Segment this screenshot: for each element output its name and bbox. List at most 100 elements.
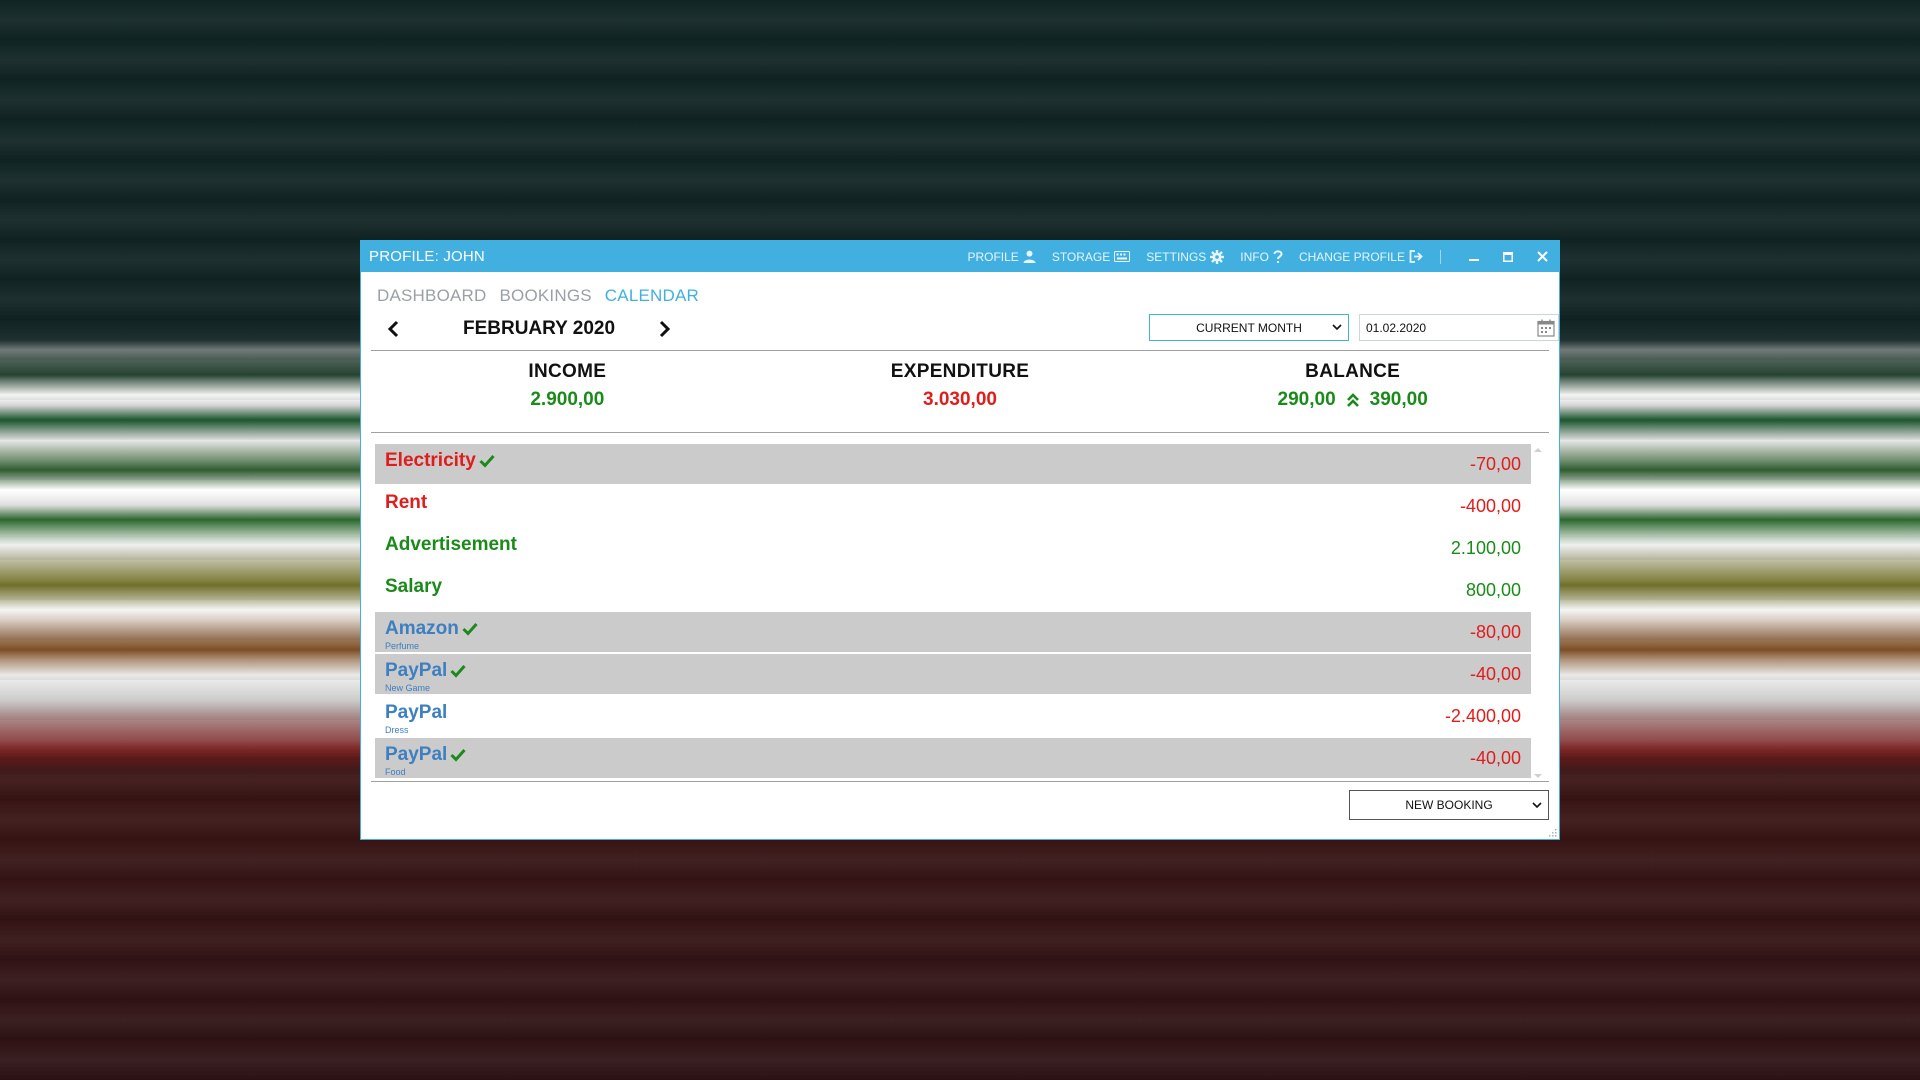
balance-label: BALANCE — [1305, 361, 1401, 382]
resize-grip-icon[interactable] — [1548, 828, 1557, 837]
booking-row[interactable]: PayPal Food -40,00 — [375, 738, 1531, 778]
date-picker-field[interactable]: 01.02.2020 — [1359, 314, 1559, 341]
booking-note: Food — [385, 767, 406, 777]
month-title: FEBRUARY 2020 — [462, 318, 616, 339]
scroll-down-icon[interactable] — [1533, 773, 1543, 779]
checkmark-icon — [450, 748, 466, 762]
booking-name: Advertisement — [385, 534, 517, 556]
app-window: PROFILE: JOHN PROFILE STORAGE SETTINGS I… — [360, 240, 1560, 840]
booking-row[interactable]: PayPal Dress -2.400,00 — [375, 696, 1531, 736]
next-month-button[interactable] — [659, 320, 671, 343]
scroll-up-icon[interactable] — [1533, 447, 1543, 453]
balance-amount: 290,00 — [1277, 389, 1336, 410]
change-profile-menu-label: CHANGE PROFILE — [1298, 249, 1405, 264]
booking-row[interactable]: Salary 800,00 — [375, 570, 1531, 610]
booking-name: PayPal — [385, 660, 466, 682]
storage-menu-label: STORAGE — [1051, 249, 1111, 264]
keyboard-icon — [1114, 251, 1131, 262]
question-icon — [1273, 249, 1283, 263]
booking-name-text: PayPal — [385, 744, 448, 765]
previous-month-button[interactable] — [387, 320, 399, 343]
booking-row[interactable]: Electricity -70,00 — [375, 444, 1531, 484]
titlebar-separator — [1440, 249, 1441, 264]
close-button[interactable] — [1525, 241, 1559, 272]
storage-menu[interactable]: STORAGE — [1051, 249, 1131, 264]
settings-menu[interactable]: SETTINGS — [1146, 249, 1225, 264]
booking-amount: -40,00 — [1469, 748, 1521, 768]
booking-name-text: Amazon — [385, 618, 459, 639]
booking-row[interactable]: Rent -400,00 — [375, 486, 1531, 526]
booking-name: PayPal — [385, 744, 466, 766]
divider — [371, 781, 1549, 782]
person-icon — [1023, 250, 1036, 263]
maximize-button[interactable] — [1491, 241, 1525, 272]
profile-menu[interactable]: PROFILE — [967, 249, 1036, 264]
expenditure-label: EXPENDITURE — [890, 361, 1030, 382]
booking-name: Salary — [385, 576, 442, 598]
booking-list[interactable]: Electricity -70,00 Rent -400,00 Advertisemen… — [371, 433, 1549, 781]
booking-name: Amazon — [385, 618, 478, 640]
booking-name: PayPal — [385, 702, 447, 724]
chevron-left-icon — [387, 320, 399, 338]
logout-icon — [1409, 250, 1423, 263]
booking-row[interactable]: Advertisement 2.100,00 — [375, 528, 1531, 568]
info-menu[interactable]: INFO — [1240, 250, 1283, 264]
income-amount: 2.900,00 — [530, 389, 605, 410]
booking-row[interactable]: PayPal New Game -40,00 — [375, 654, 1531, 694]
close-icon — [1536, 251, 1548, 262]
balance-projected-amount: 390,00 — [1369, 389, 1428, 410]
checkmark-icon — [462, 622, 478, 636]
minimize-button[interactable] — [1457, 241, 1491, 272]
new-booking-button[interactable]: NEW BOOKING — [1349, 790, 1549, 820]
booking-name-text: PayPal — [385, 660, 448, 681]
booking-amount: -40,00 — [1469, 664, 1521, 684]
booking-name-text: Salary — [385, 576, 443, 597]
checkmark-icon — [450, 664, 466, 678]
booking-name-text: Rent — [385, 492, 428, 513]
booking-row[interactable]: Amazon Perfume -80,00 — [375, 612, 1531, 652]
minimize-icon — [1469, 258, 1479, 261]
booking-note: New Game — [385, 683, 431, 693]
income-value: 2.900,00 — [371, 389, 764, 411]
period-select-value: CURRENT MONTH — [1196, 320, 1302, 335]
window-title: PROFILE: JOHN — [369, 248, 485, 265]
tab-dashboard[interactable]: DASHBOARD — [377, 286, 487, 314]
chevron-down-icon — [1332, 324, 1342, 331]
booking-amount: -2.400,00 — [1444, 706, 1521, 726]
month-navigation: FEBRUARY 2020 CURRENT MONTH 01.02.2020 — [371, 314, 1559, 348]
change-profile-menu[interactable]: CHANGE PROFILE — [1299, 250, 1424, 264]
footer-bar: NEW BOOKING — [371, 781, 1549, 833]
tab-bookings[interactable]: BOOKINGS — [500, 286, 592, 314]
booking-note: Dress — [385, 725, 409, 735]
booking-amount: 2.100,00 — [1450, 538, 1521, 558]
expenditure-summary: EXPENDITURE 3.030,00 — [764, 361, 1157, 430]
main-content: DASHBOARD BOOKINGS CALENDAR FEBRUARY 202… — [361, 272, 1559, 833]
booking-amount: -400,00 — [1459, 496, 1521, 516]
date-picker-value: 01.02.2020 — [1366, 320, 1427, 335]
booking-name-text: Electricity — [385, 450, 476, 471]
gear-icon — [1210, 249, 1225, 264]
booking-amount: -80,00 — [1469, 622, 1521, 642]
booking-name: Rent — [385, 492, 427, 514]
income-label: INCOME — [528, 361, 607, 382]
chevron-down-icon — [1532, 802, 1542, 809]
booking-note: Perfume — [385, 641, 420, 651]
booking-name: Electricity — [385, 450, 495, 472]
expenditure-value: 3.030,00 — [764, 389, 1157, 411]
calendar-icon[interactable] — [1537, 319, 1555, 337]
booking-name-text: Advertisement — [385, 534, 517, 555]
booking-amount: 800,00 — [1465, 580, 1521, 600]
maximize-icon — [1503, 251, 1513, 262]
tab-calendar[interactable]: CALENDAR — [605, 286, 699, 314]
period-select[interactable]: CURRENT MONTH — [1149, 314, 1349, 341]
summary-panel: INCOME 2.900,00 EXPENDITURE 3.030,00 BAL… — [371, 351, 1549, 430]
title-bar[interactable]: PROFILE: JOHN PROFILE STORAGE SETTINGS I… — [361, 241, 1559, 272]
profile-menu-label: PROFILE — [967, 249, 1019, 264]
chevron-right-icon — [659, 320, 671, 338]
expenditure-amount: 3.030,00 — [923, 389, 997, 410]
info-menu-label: INFO — [1240, 249, 1269, 264]
double-chevron-up-icon — [1346, 393, 1359, 407]
new-booking-label: NEW BOOKING — [1405, 798, 1493, 812]
main-tabs: DASHBOARD BOOKINGS CALENDAR — [371, 272, 1549, 314]
booking-amount: -70,00 — [1469, 454, 1521, 474]
